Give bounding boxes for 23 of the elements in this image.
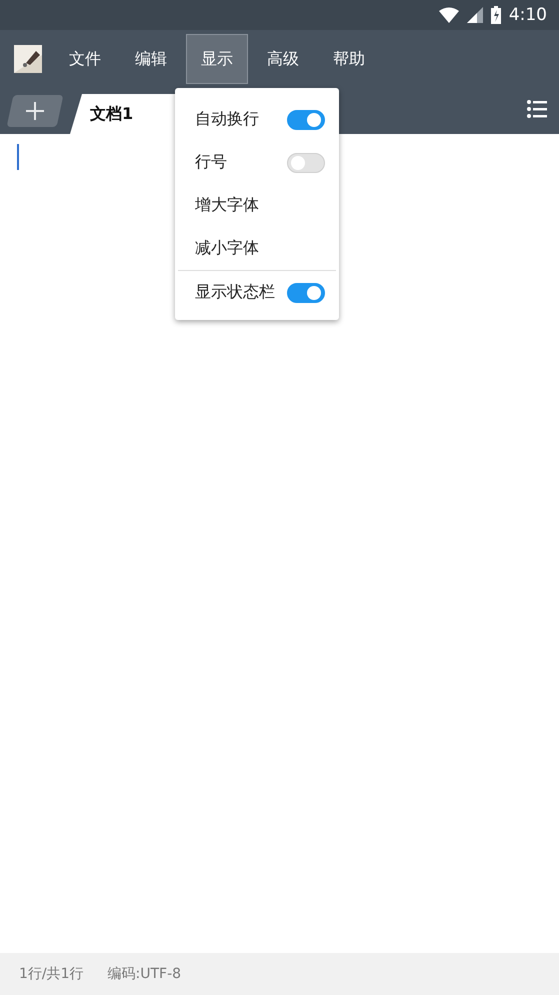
menu-option[interactable]: 减小字体: [195, 238, 259, 259]
menu-option[interactable]: 行号: [195, 152, 227, 173]
toggle-switch[interactable]: [287, 282, 325, 302]
clock-time: 4:10: [508, 5, 547, 25]
menu-item[interactable]: 帮助: [318, 34, 380, 84]
menu-option[interactable]: 显示状态栏: [195, 282, 275, 303]
signal-icon: [466, 7, 483, 23]
add-tab-button[interactable]: [6, 95, 64, 127]
menu-item[interactable]: 高级: [252, 34, 314, 84]
menu-item[interactable]: 显示: [186, 34, 248, 84]
wifi-icon: [438, 7, 459, 23]
list-icon[interactable]: [527, 100, 547, 118]
battery-icon: [490, 6, 501, 24]
menu-item[interactable]: 文件: [54, 34, 116, 84]
app-logo-icon: [14, 45, 42, 73]
plus-icon: [25, 101, 45, 121]
toggle-switch[interactable]: [287, 152, 325, 172]
line-count: 1行/共1行: [19, 965, 84, 983]
menu-item[interactable]: 编辑: [120, 34, 182, 84]
text-cursor: [17, 144, 19, 170]
menu-option[interactable]: 增大字体: [195, 195, 259, 216]
toggle-switch[interactable]: [287, 110, 325, 130]
encoding-label: 编码:UTF-8: [108, 965, 182, 983]
